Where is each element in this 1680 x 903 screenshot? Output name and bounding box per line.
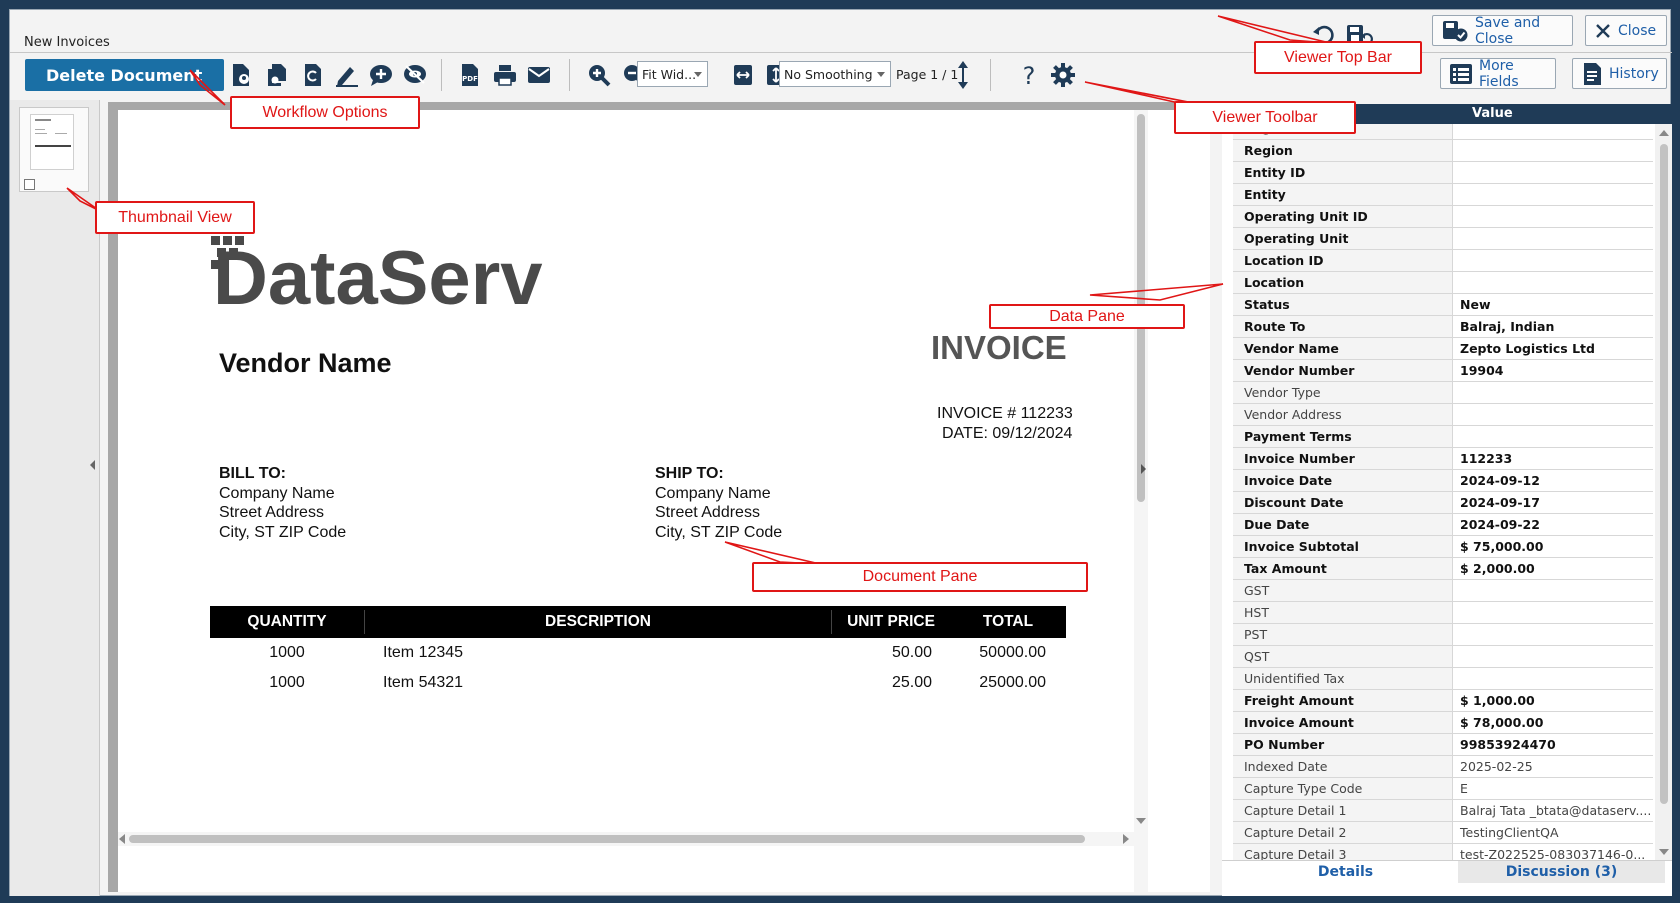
app-root: New Invoices Save and Close Close Delete… [0, 0, 1680, 903]
data-pane-callout: Data Pane [989, 304, 1185, 329]
thumbnail-view-callout: Thumbnail View [95, 201, 255, 234]
callout-pointers [66, 15, 1331, 565]
background-strip-top [0, 0, 1680, 9]
document-pane-callout: Document Pane [752, 562, 1088, 592]
workflow-pointer [189, 69, 226, 106]
viewer-toolbar-callout: Viewer Toolbar [1174, 101, 1356, 134]
workflow-options-callout: Workflow Options [230, 96, 420, 129]
viewer-window: New Invoices Save and Close Close Delete… [9, 9, 1672, 897]
data-pane-pointer [1089, 283, 1224, 301]
background-strip-bottom [0, 896, 1680, 903]
viewer-top-bar-callout: Viewer Top Bar [1254, 41, 1422, 74]
viewer-top-bar-pointer [1217, 15, 1331, 44]
document-pane-pointer [724, 541, 821, 565]
